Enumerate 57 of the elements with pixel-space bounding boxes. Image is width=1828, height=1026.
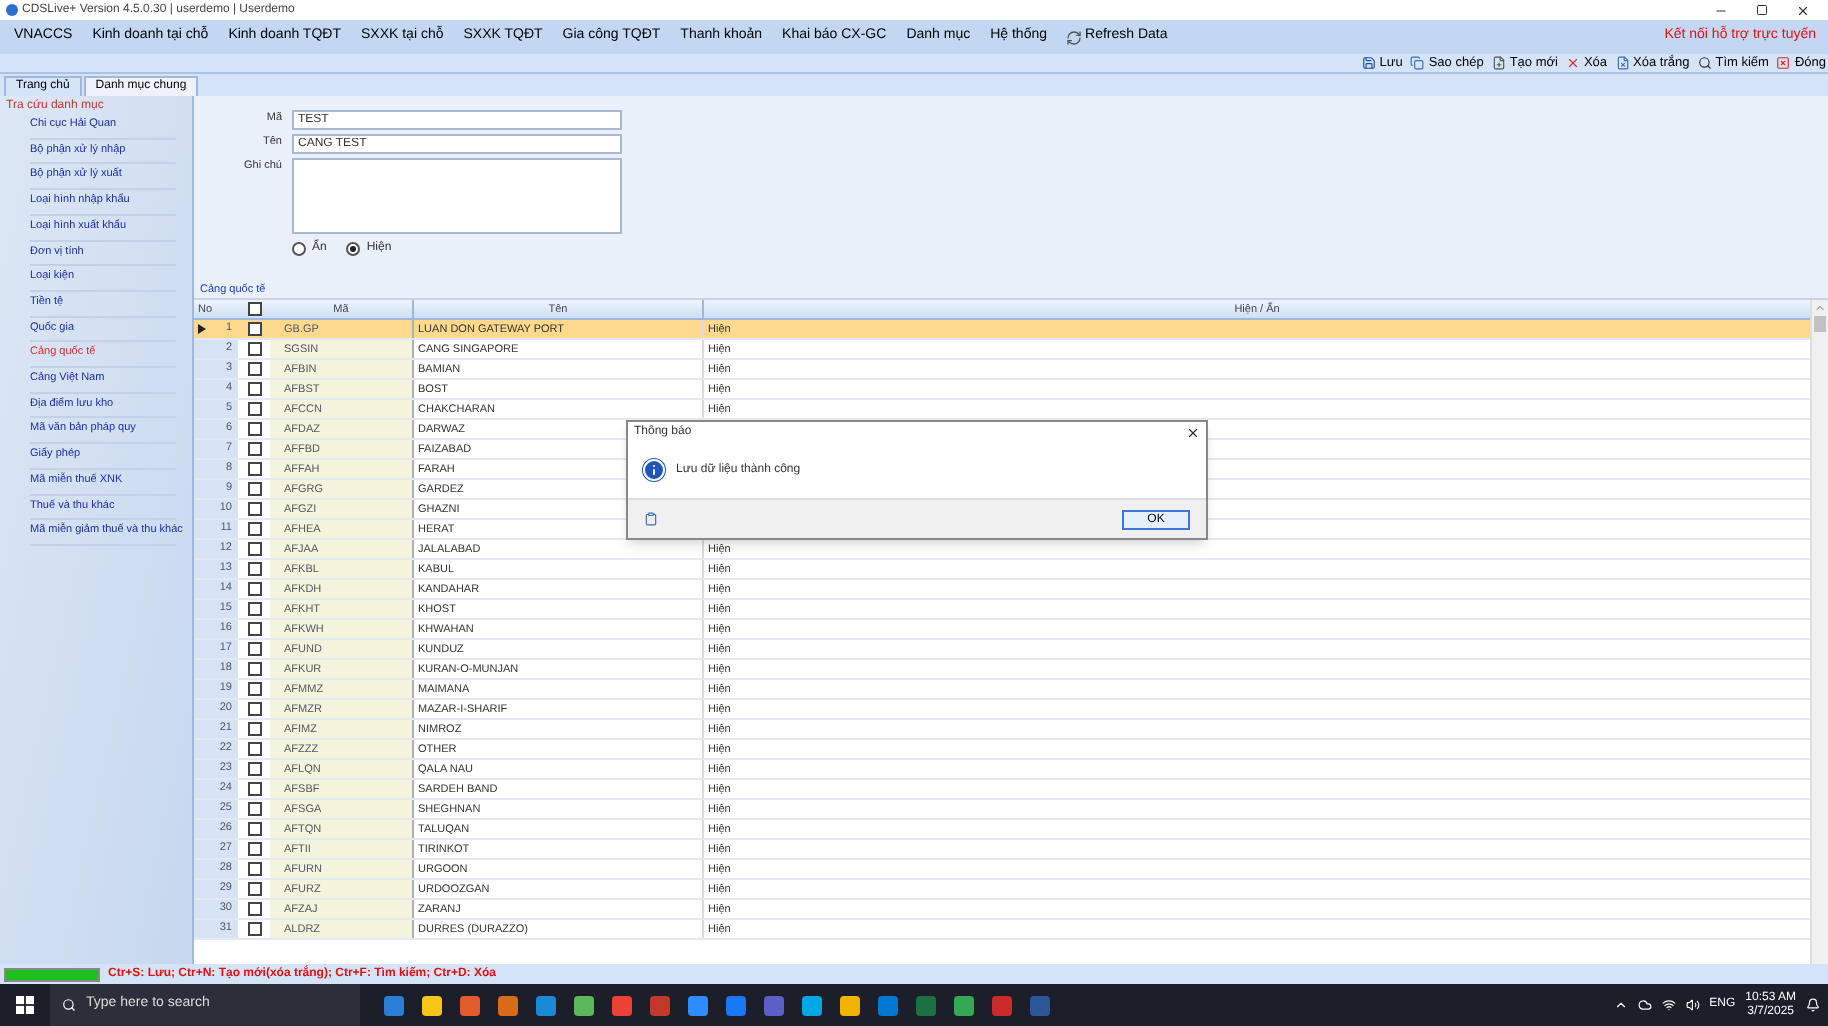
- checkbox[interactable]: [247, 302, 261, 316]
- checkbox[interactable]: [247, 722, 261, 736]
- search-icon: [62, 998, 76, 1012]
- tray-expand-icon[interactable]: [1613, 998, 1628, 1012]
- checkbox[interactable]: [247, 342, 261, 356]
- checkbox[interactable]: [247, 522, 261, 536]
- close-icon[interactable]: [1796, 3, 1810, 17]
- maximize-icon[interactable]: [1756, 3, 1768, 15]
- scroll-thumb[interactable]: [1814, 316, 1826, 332]
- start-icon[interactable]: [16, 996, 34, 1014]
- checkbox[interactable]: [247, 402, 261, 416]
- checkbox[interactable]: [247, 762, 261, 776]
- checkbox[interactable]: [247, 442, 261, 456]
- checkbox[interactable]: [247, 482, 261, 496]
- checkbox[interactable]: [247, 702, 261, 716]
- checkbox[interactable]: [247, 902, 261, 916]
- info-icon: [642, 458, 666, 482]
- checkbox[interactable]: [247, 362, 261, 376]
- row-indicator-icon: [198, 324, 206, 334]
- checkbox[interactable]: [247, 582, 261, 596]
- checkbox[interactable]: [247, 662, 261, 676]
- volume-icon[interactable]: [1685, 998, 1700, 1012]
- checkbox[interactable]: [247, 642, 261, 656]
- close-icon: [1776, 56, 1791, 70]
- close-icon[interactable]: [1186, 425, 1200, 439]
- app-icon: [6, 4, 18, 16]
- checkbox[interactable]: [247, 382, 261, 396]
- search-icon: [1697, 56, 1712, 70]
- checkbox[interactable]: [247, 542, 261, 556]
- checkbox[interactable]: [247, 922, 261, 936]
- checkbox[interactable]: [247, 782, 261, 796]
- new-file-icon: [1491, 56, 1506, 70]
- checkbox[interactable]: [247, 842, 261, 856]
- checkbox[interactable]: [247, 502, 261, 516]
- network-icon[interactable]: [1661, 998, 1676, 1012]
- checkbox[interactable]: [247, 742, 261, 756]
- checkbox[interactable]: [247, 802, 261, 816]
- checkbox[interactable]: [247, 422, 261, 436]
- checkbox[interactable]: [247, 462, 261, 476]
- notes-field[interactable]: [292, 158, 622, 234]
- checkbox[interactable]: [247, 882, 261, 896]
- cloud-icon[interactable]: [1637, 998, 1652, 1012]
- checkbox[interactable]: [247, 602, 261, 616]
- save-icon: [1361, 56, 1376, 70]
- clear-document-icon: [1615, 56, 1630, 70]
- close-icon: [1565, 56, 1580, 70]
- checkbox[interactable]: [247, 622, 261, 636]
- checkbox[interactable]: [247, 682, 261, 696]
- radio-button[interactable]: [292, 242, 306, 256]
- checkbox[interactable]: [247, 822, 261, 836]
- notification-icon[interactable]: [1806, 998, 1820, 1012]
- radio-button[interactable]: [346, 242, 361, 256]
- checkbox[interactable]: [247, 862, 261, 876]
- checkbox[interactable]: [247, 562, 261, 576]
- refresh-icon: [1065, 29, 1082, 45]
- scrollbar[interactable]: [1810, 300, 1828, 964]
- checkbox[interactable]: [247, 322, 261, 336]
